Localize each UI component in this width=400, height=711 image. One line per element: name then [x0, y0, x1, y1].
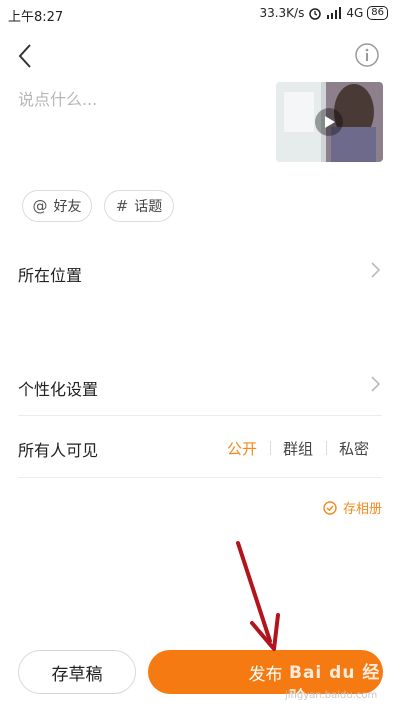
play-icon: [325, 116, 335, 128]
chevron-right-icon: [371, 262, 381, 278]
visibility-group[interactable]: 群组: [283, 438, 313, 459]
back-button[interactable]: [14, 42, 38, 70]
check-circle-icon: [323, 500, 337, 515]
status-time: 上午8:27: [8, 10, 64, 25]
annotation-arrow: [236, 541, 280, 651]
visibility-public[interactable]: 公开: [227, 438, 257, 459]
chevron-left-icon: [18, 44, 31, 68]
location-row[interactable]: 所在位置: [0, 250, 400, 294]
personalize-row[interactable]: 个性化设置: [0, 364, 400, 408]
hashtag-icon: #: [115, 197, 129, 215]
info-button[interactable]: [354, 42, 380, 68]
personalize-label: 个性化设置: [18, 380, 99, 399]
divider: [326, 441, 327, 455]
save-to-album-toggle[interactable]: 存相册: [323, 498, 382, 517]
baidu-watermark: Bai du 经验 jingyan.baidu.com: [283, 650, 393, 710]
save-draft-button[interactable]: 存草稿: [18, 650, 136, 694]
visibility-label: 所有人可见: [18, 441, 99, 460]
status-icons: 33.3K/s 4G 86: [259, 6, 388, 20]
signal-icon: [327, 7, 342, 19]
location-label: 所在位置: [18, 266, 83, 285]
alarm-icon: [309, 8, 322, 20]
status-bar: 上午8:27 33.3K/s 4G 86: [0, 0, 400, 28]
at-icon: @: [32, 197, 48, 215]
battery-icon: 86: [367, 6, 388, 20]
network-type: 4G: [346, 6, 364, 20]
compose-input[interactable]: 说点什么...: [18, 86, 97, 110]
divider: [18, 477, 382, 478]
info-icon: [355, 43, 379, 67]
topic-label: 话题: [134, 199, 163, 215]
topic-chip[interactable]: # 话题: [104, 190, 174, 222]
video-thumbnail[interactable]: [276, 82, 383, 162]
divider: [270, 441, 271, 455]
divider: [18, 415, 382, 416]
visibility-private[interactable]: 私密: [339, 438, 369, 459]
watermark-url: jingyan.baidu.com: [285, 690, 378, 701]
network-speed: 33.3K/s: [259, 6, 305, 20]
chevron-right-icon: [371, 376, 381, 392]
mention-friend-chip[interactable]: @ 好友: [22, 190, 92, 222]
mention-friend-label: 好友: [53, 199, 82, 215]
save-to-album-label: 存相册: [342, 502, 382, 517]
